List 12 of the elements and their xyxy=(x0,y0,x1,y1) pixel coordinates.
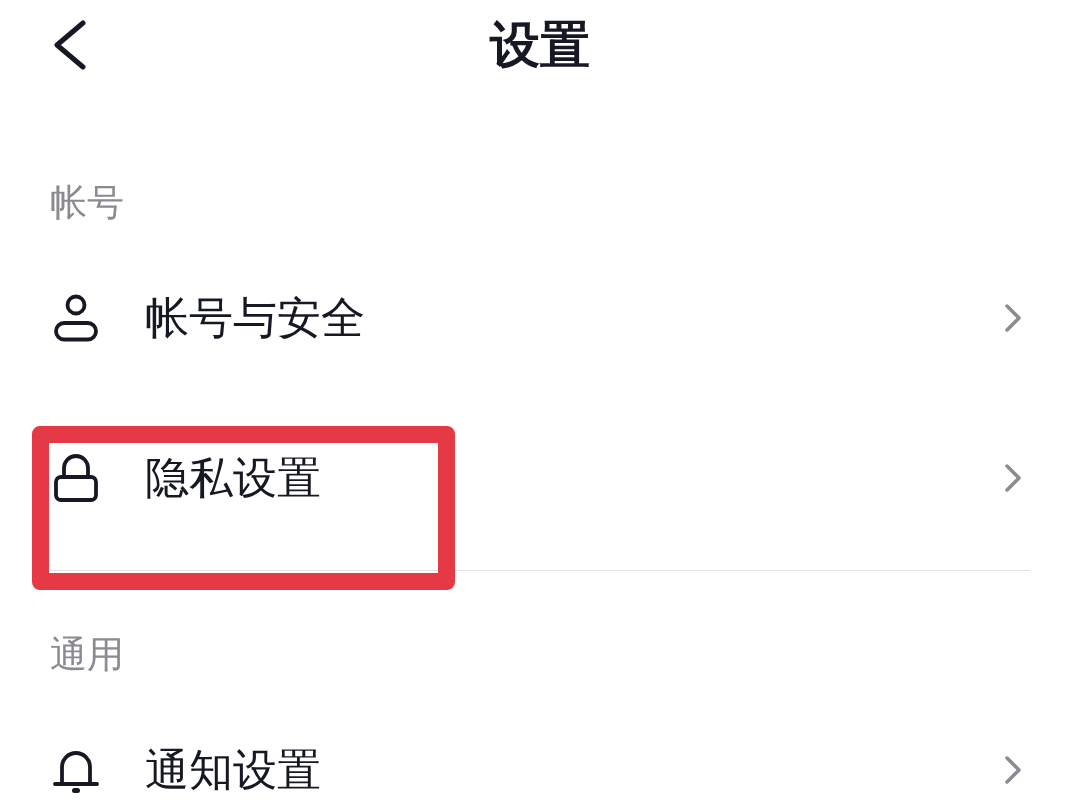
settings-item[interactable]: 隐私设置 xyxy=(0,438,1080,518)
settings-item[interactable]: 通知设置 xyxy=(0,730,1080,810)
section-title: 帐号 xyxy=(50,180,125,226)
page-title: 设置 xyxy=(490,15,590,75)
back-icon[interactable] xyxy=(52,20,88,70)
person-icon xyxy=(52,294,100,342)
section-title: 通用 xyxy=(50,632,125,678)
chevron-icon xyxy=(1004,303,1022,333)
settings-item[interactable]: 帐号与安全 xyxy=(0,278,1080,358)
chevron-icon xyxy=(1004,755,1022,785)
chevron-icon xyxy=(1004,463,1022,493)
lock-icon xyxy=(52,454,100,502)
